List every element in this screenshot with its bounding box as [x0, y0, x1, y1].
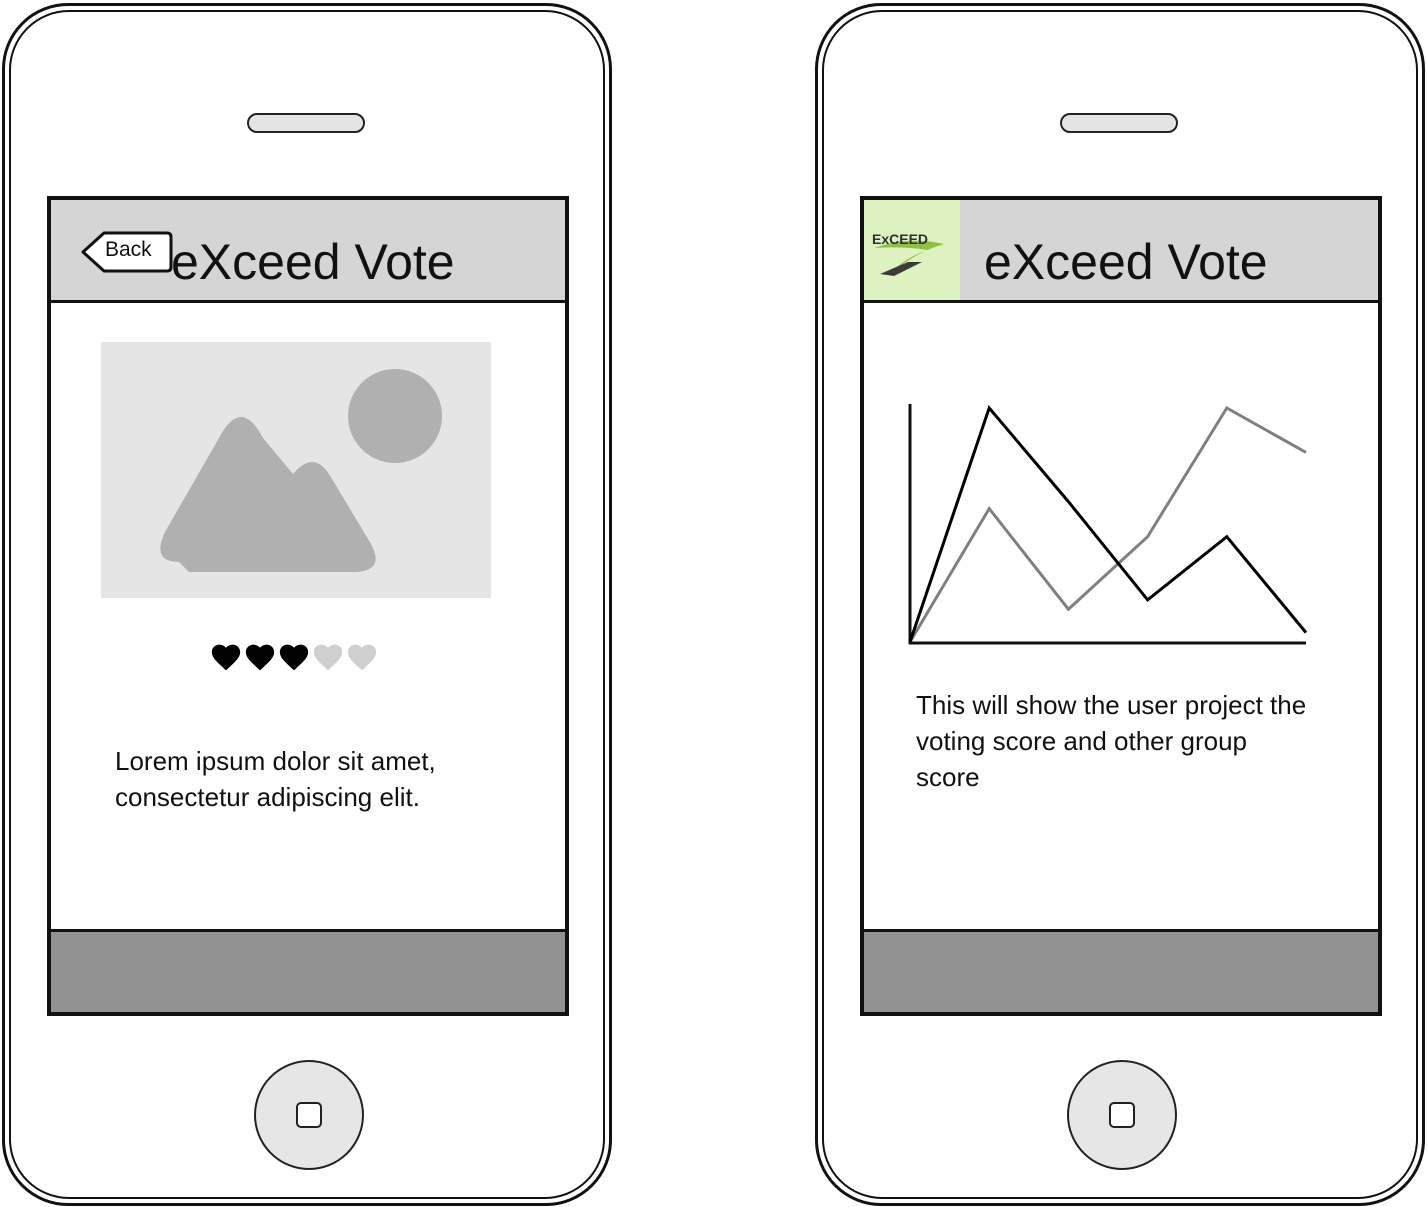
chart-series-line-1: [908, 405, 1308, 643]
back-button-label: Back: [105, 238, 152, 261]
heart-filled-icon[interactable]: [209, 640, 243, 674]
speaker-slot: [1060, 113, 1178, 133]
app-header: Back eXceed Vote: [51, 200, 565, 303]
speaker-slot: [247, 113, 365, 133]
exceed-logo: ExCEED: [864, 200, 960, 300]
phone-screen: ExCEED eXceed Vote This will show the us…: [860, 196, 1382, 1016]
heart-empty-icon[interactable]: [345, 640, 379, 674]
logo-lettering: ExCEED: [872, 231, 928, 247]
app-title: eXceed Vote: [984, 234, 1268, 290]
heart-rating[interactable]: [209, 640, 379, 674]
heart-empty-icon[interactable]: [311, 640, 345, 674]
home-button-square-icon: [296, 1102, 322, 1128]
heart-filled-icon[interactable]: [277, 640, 311, 674]
heart-filled-icon[interactable]: [243, 640, 277, 674]
home-button[interactable]: [1067, 1060, 1177, 1170]
home-button[interactable]: [254, 1060, 364, 1170]
phone-frame-left: Back eXceed Vote Lorem ipsum dolor sit a…: [2, 3, 612, 1206]
phone-screen: Back eXceed Vote Lorem ipsum dolor sit a…: [47, 196, 569, 1016]
footer-bar: [51, 929, 565, 1012]
body-text: Lorem ipsum dolor sit amet, consectetur …: [115, 746, 436, 812]
chart-description: This will show the user project the voti…: [916, 690, 1307, 792]
phone-frame-right: ExCEED eXceed Vote This will show the us…: [815, 3, 1425, 1206]
app-header: ExCEED eXceed Vote: [864, 200, 1378, 303]
image-placeholder: [101, 342, 491, 598]
score-line-chart: [908, 404, 1308, 645]
home-button-square-icon: [1109, 1102, 1135, 1128]
footer-bar: [864, 929, 1378, 1012]
app-title: eXceed Vote: [171, 234, 455, 290]
exceed-logo-graphic: ExCEED: [872, 231, 944, 276]
back-button[interactable]: Back: [81, 231, 173, 273]
chart-series-line-2: [908, 405, 1307, 643]
